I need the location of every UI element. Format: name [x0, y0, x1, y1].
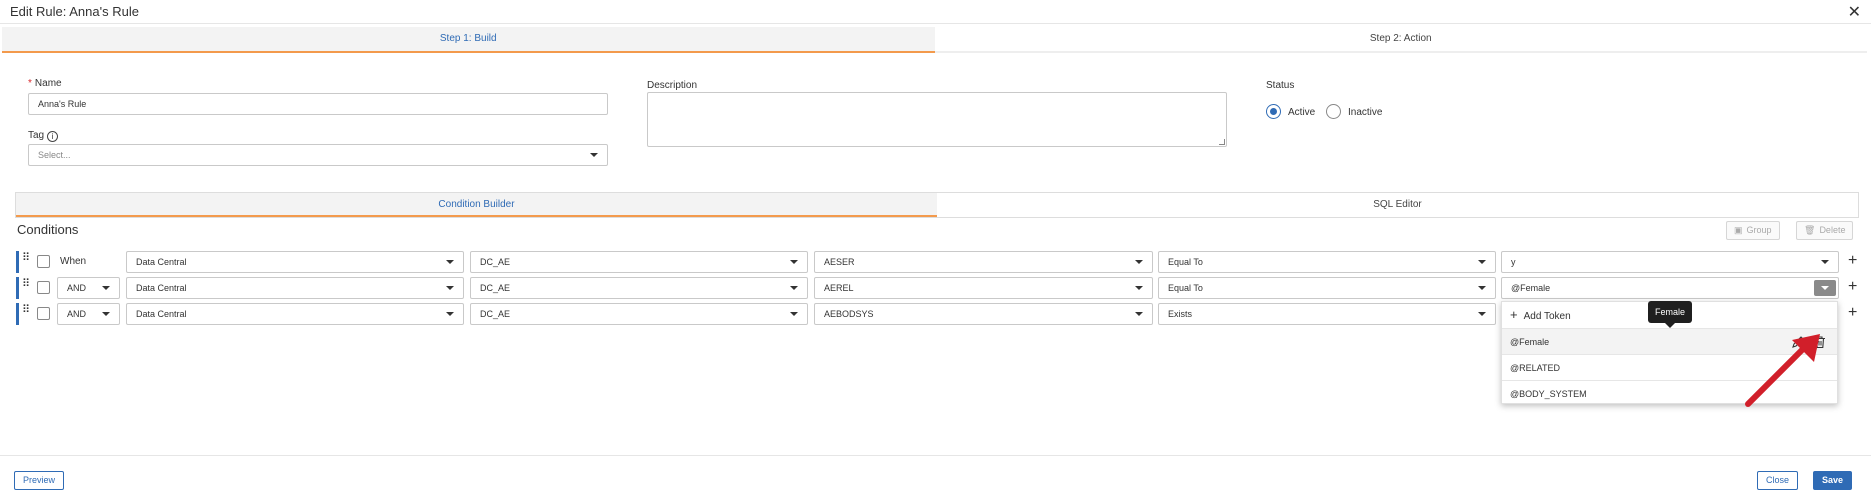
status-active-label: Active [1288, 107, 1316, 118]
source-select[interactable]: Data Central [126, 303, 464, 325]
row-checkbox[interactable] [37, 281, 50, 294]
required-marker: * [28, 78, 32, 89]
close-icon[interactable]: ✕ [1848, 2, 1861, 22]
delete-button[interactable]: 🗑 Delete [1796, 221, 1854, 240]
table-select[interactable]: DC_AE [470, 303, 808, 325]
tag-label: Tag i [28, 130, 59, 142]
conditions-title: Conditions [17, 222, 79, 237]
name-label-text: Name [34, 78, 62, 89]
value-select[interactable]: @Female [1501, 277, 1839, 299]
status-active-radio[interactable] [1266, 104, 1281, 119]
add-condition-icon[interactable]: + [1848, 251, 1857, 271]
plus-icon: + [1510, 307, 1518, 322]
condition-row: ⠿ AND Data Central DC_AE AEREL Equal To … [16, 277, 1861, 299]
tab-sql-editor[interactable]: SQL Editor [937, 193, 1858, 217]
status-inactive-label: Inactive [1348, 107, 1383, 118]
tab-step-action[interactable]: Step 2: Action [934, 27, 1867, 53]
delete-button-label: Delete [1819, 225, 1846, 235]
modal-title: Edit Rule: Anna's Rule [10, 4, 139, 19]
status-label: Status [1266, 80, 1295, 91]
name-label: * Name [28, 78, 62, 89]
add-condition-icon[interactable]: + [1848, 277, 1857, 297]
close-button[interactable]: Close [1757, 471, 1799, 490]
condition-row: ⠿ When Data Central DC_AE AESER Equal To… [16, 251, 1861, 273]
row-accent-bar [16, 251, 19, 273]
description-textarea[interactable] [647, 92, 1227, 147]
operator-select[interactable]: Equal To [1158, 277, 1496, 299]
row-accent-bar [16, 303, 19, 325]
connector-select[interactable]: AND [57, 303, 120, 325]
resize-handle-icon[interactable] [1219, 139, 1225, 145]
add-token-label: Add Token [1523, 311, 1571, 322]
info-icon[interactable]: i [47, 131, 59, 142]
name-input[interactable]: Anna's Rule [28, 93, 608, 115]
value-select-text: @Female [1511, 283, 1551, 293]
preview-button[interactable]: Preview [14, 471, 65, 490]
row-checkbox[interactable] [37, 307, 50, 320]
drag-handle-icon[interactable]: ⠿ [22, 305, 32, 316]
field-select[interactable]: AEREL [814, 277, 1153, 299]
status-inactive-radio[interactable] [1326, 104, 1341, 119]
tag-select[interactable]: Select... [28, 144, 608, 166]
field-select[interactable]: AESER [814, 251, 1153, 273]
operator-select[interactable]: Equal To [1158, 251, 1496, 273]
save-button[interactable]: Save [1813, 471, 1853, 490]
connector-select[interactable]: AND [57, 277, 120, 299]
tab-condition-builder[interactable]: Condition Builder [16, 193, 937, 217]
operator-select[interactable]: Exists [1158, 303, 1496, 325]
row-connector: When [60, 256, 87, 267]
tooltip: Female [1648, 301, 1692, 328]
tag-label-text: Tag [28, 130, 45, 141]
builder-tabs: Condition Builder SQL Editor [15, 192, 1859, 218]
table-select[interactable]: DC_AE [470, 277, 808, 299]
add-condition-icon[interactable]: + [1848, 303, 1857, 323]
tab-step-build[interactable]: Step 1: Build [2, 27, 935, 53]
modal-header: Edit Rule: Anna's Rule ✕ [0, 0, 1871, 24]
value-select[interactable]: y [1501, 251, 1839, 273]
group-button-label: Group [1746, 225, 1772, 235]
row-checkbox[interactable] [37, 255, 50, 268]
token-item-label: @Female [1510, 337, 1550, 347]
field-select[interactable]: AEBODSYS [814, 303, 1153, 325]
group-icon: ▣ [1734, 225, 1743, 235]
annotation-arrow-icon [1745, 334, 1820, 407]
source-select[interactable]: Data Central [126, 277, 464, 299]
table-select[interactable]: DC_AE [470, 251, 808, 273]
drag-handle-icon[interactable]: ⠿ [22, 253, 32, 264]
description-label: Description [647, 80, 698, 91]
group-button[interactable]: ▣ Group [1726, 221, 1780, 240]
trash-icon: 🗑 [1804, 225, 1816, 235]
drag-handle-icon[interactable]: ⠿ [22, 279, 32, 290]
modal-footer: Preview Close Save [0, 455, 1871, 500]
dropdown-toggle-icon[interactable] [1814, 280, 1836, 296]
row-accent-bar [16, 277, 19, 299]
step-tabs: Step 1: Build Step 2: Action [2, 27, 1867, 53]
source-select[interactable]: Data Central [126, 251, 464, 273]
